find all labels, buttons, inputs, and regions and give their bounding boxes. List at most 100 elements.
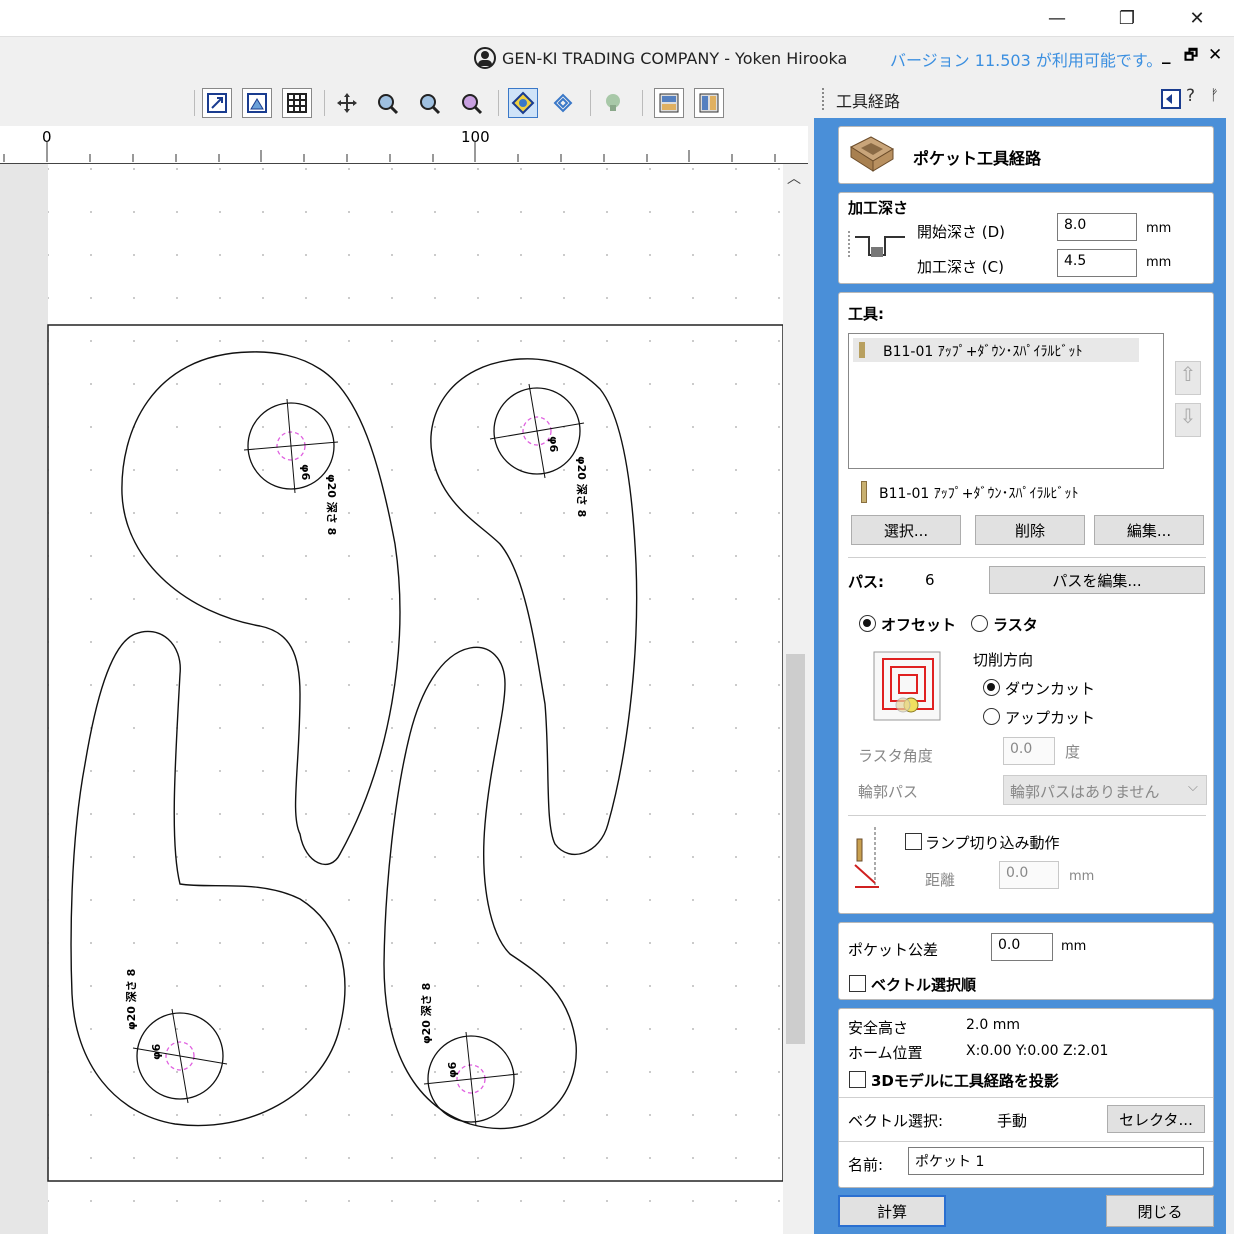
split-vertical-icon[interactable] [694,88,724,118]
cut-depth-input[interactable]: 4.5 [1057,249,1137,277]
tolerance-group: ポケット公差 0.0 mm ベクトル選択順 [838,922,1214,1000]
dimension-label: φ20 深さ 8 [575,456,589,517]
cut-depth-unit: mm [1146,255,1172,270]
delete-tool-button[interactable]: 削除 [975,515,1085,545]
raster-angle-label: ラスタ角度 [858,747,933,765]
zoom-box-icon[interactable] [372,88,402,118]
toolpath-show-icon[interactable] [548,88,578,118]
header-group: ポケット工具経路 [838,126,1214,184]
calculate-button[interactable]: 計算 [838,1195,946,1227]
profile-pass-select[interactable]: 輪郭パスはありません ⌵ [1003,775,1207,805]
tool-group: 工具: B11-01 ｱｯﾌﾟ+ﾀﾞｳﾝ･ｽﾊﾟｲﾗﾙﾋﾞｯﾄ ⇧ ⇩ B11-… [838,292,1214,914]
close-window-button[interactable]: ✕ [1162,0,1232,36]
vertical-scrollbar[interactable]: ︿ [783,164,808,1234]
divider [839,1097,1213,1098]
pocket-toolpath-icon [849,136,895,172]
home-position-label: ホーム位置 [848,1044,923,1062]
mdi-minimize-button[interactable]: _ [1162,45,1171,65]
start-depth-label: 開始深さ (D) [917,223,1006,241]
drawing-view[interactable]: φ6 φ20 深さ 8 φ6 φ20 深さ 8 φ6 φ20 深さ 8 φ6 φ… [0,164,808,1234]
cut-depth-label: 加工深さ (C) [917,258,1004,276]
vector-select-value: 手動 [997,1112,1028,1130]
move-up-arrow-icon[interactable]: ⇧ [1175,361,1201,395]
mdi-close-button[interactable]: ✕ [1208,45,1222,65]
raster-angle-unit: 度 [1065,743,1081,761]
panel-grip[interactable] [822,88,825,110]
tool-bit-icon [859,342,865,358]
help-icon[interactable]: ? [1186,86,1195,106]
pan-icon[interactable] [332,88,362,118]
depth-diagram-icon [848,231,905,257]
ramp-diagram-icon [854,827,879,888]
climb-radio[interactable] [983,679,1000,696]
safe-z-value: 2.0 mm [966,1017,1020,1033]
offset-strategy-icon [873,651,941,721]
cutting-depth-group: 加工深さ 開始深さ (D) 8.0 mm 加工深さ (C) 4.5 mm [838,192,1214,284]
toolbar-separator [590,90,591,116]
toolpath-panel: 工具経路 ? ᚠ ポケット工具経路 加工深さ 開始深さ (D) 8.0 mm 加… [808,80,1234,1234]
panel-title: 工具経路 [836,92,901,111]
start-depth-input[interactable]: 8.0 [1057,213,1137,241]
pocket-tolerance-unit: mm [1061,939,1087,954]
selected-tool-name: B11-01 ｱｯﾌﾟ+ﾀﾞｳﾝ･ｽﾊﾟｲﾗﾙﾋﾞｯﾄ [879,486,1079,502]
dimension-label: φ6 [150,1043,163,1060]
edit-passes-button[interactable]: パスを編集... [989,566,1205,594]
vector-order-checkbox[interactable] [849,975,866,992]
ramp-checkbox[interactable] [905,833,922,850]
climb-label: ダウンカット [1005,680,1096,698]
title-bar: — ❐ ✕ [0,0,1234,36]
ramp-distance-label: 距離 [925,871,956,889]
zoom-selection-icon[interactable] [456,88,486,118]
panel-dock-icon[interactable] [1160,88,1182,110]
dimension-label: φ20 深さ 8 [124,969,138,1030]
name-label: 名前: [848,1156,884,1174]
conventional-label: アップカット [1005,709,1096,727]
menu-bar: GEN-KI TRADING COMPANY - Yoken Hirooka バ… [0,36,1234,80]
ramp-distance-input[interactable]: 0.0 [999,861,1059,889]
close-button[interactable]: 閉じる [1106,1195,1214,1227]
tool-list[interactable]: B11-01 ｱｯﾌﾟ+ﾀﾞｳﾝ･ｽﾊﾟｲﾗﾙﾋﾞｯﾄ [848,333,1164,469]
horizontal-ruler: 0 100 [0,126,808,164]
pin-icon[interactable]: ᚠ [1210,86,1219,104]
material-icon[interactable] [598,88,628,118]
mdi-restore-button[interactable]: 🗗 [1184,45,1198,70]
raster-radio[interactable] [971,615,988,632]
ruler-ticks [3,142,776,162]
project-3d-checkbox[interactable] [849,1071,866,1088]
split-horizontal-icon[interactable] [654,88,684,118]
bounding-box-icon[interactable] [202,88,232,118]
layers-icon[interactable] [242,88,272,118]
update-notice[interactable]: バージョン 11.503 が利用可能です。 [890,47,1162,71]
conventional-radio[interactable] [983,708,1000,725]
selector-button[interactable]: セレクタ... [1107,1105,1205,1133]
pocket-tolerance-input[interactable]: 0.0 [991,933,1053,961]
start-depth-unit: mm [1146,221,1172,236]
home-position-value: X:0.00 Y:0.00 Z:2.01 [966,1043,1109,1059]
divider [848,815,1206,816]
toolbar-separator [324,90,325,116]
minimize-button[interactable]: — [1022,0,1092,36]
chevron-down-icon: ⌵ [1188,780,1198,795]
toolbar-separator [498,90,499,116]
scroll-thumb[interactable] [786,654,805,1044]
zoom-fit-icon[interactable] [414,88,444,118]
scroll-up-icon[interactable]: ︿ [787,168,801,188]
edit-tool-button[interactable]: 編集... [1094,515,1204,545]
safe-z-label: 安全高さ [848,1019,909,1037]
view-toolbar [0,80,808,126]
account-info[interactable]: GEN-KI TRADING COMPANY - Yoken Hirooka [474,47,847,69]
offset-radio[interactable] [859,615,876,632]
grid-icon[interactable] [282,88,312,118]
drawing-canvas[interactable]: φ6 φ20 深さ 8 φ6 φ20 深さ 8 φ6 φ20 深さ 8 φ6 φ… [0,164,808,1234]
name-input[interactable]: ポケット 1 [908,1147,1204,1175]
move-down-arrow-icon[interactable]: ⇩ [1175,403,1201,437]
toolpath-preview-icon[interactable] [508,88,538,118]
raster-angle-input[interactable]: 0.0 [1003,737,1055,765]
ruler-label-0: 0 [42,128,52,146]
header-title: ポケット工具経路 [913,149,1042,168]
select-tool-button[interactable]: 選択... [851,515,961,545]
project-3d-label: 3Dモデルに工具経路を投影 [871,1072,1059,1090]
tool-list-item[interactable]: B11-01 ｱｯﾌﾟ+ﾀﾞｳﾝ･ｽﾊﾟｲﾗﾙﾋﾞｯﾄ [853,338,1139,362]
restore-button[interactable]: ❐ [1092,0,1162,36]
profile-pass-label: 輪郭パス [858,783,919,801]
